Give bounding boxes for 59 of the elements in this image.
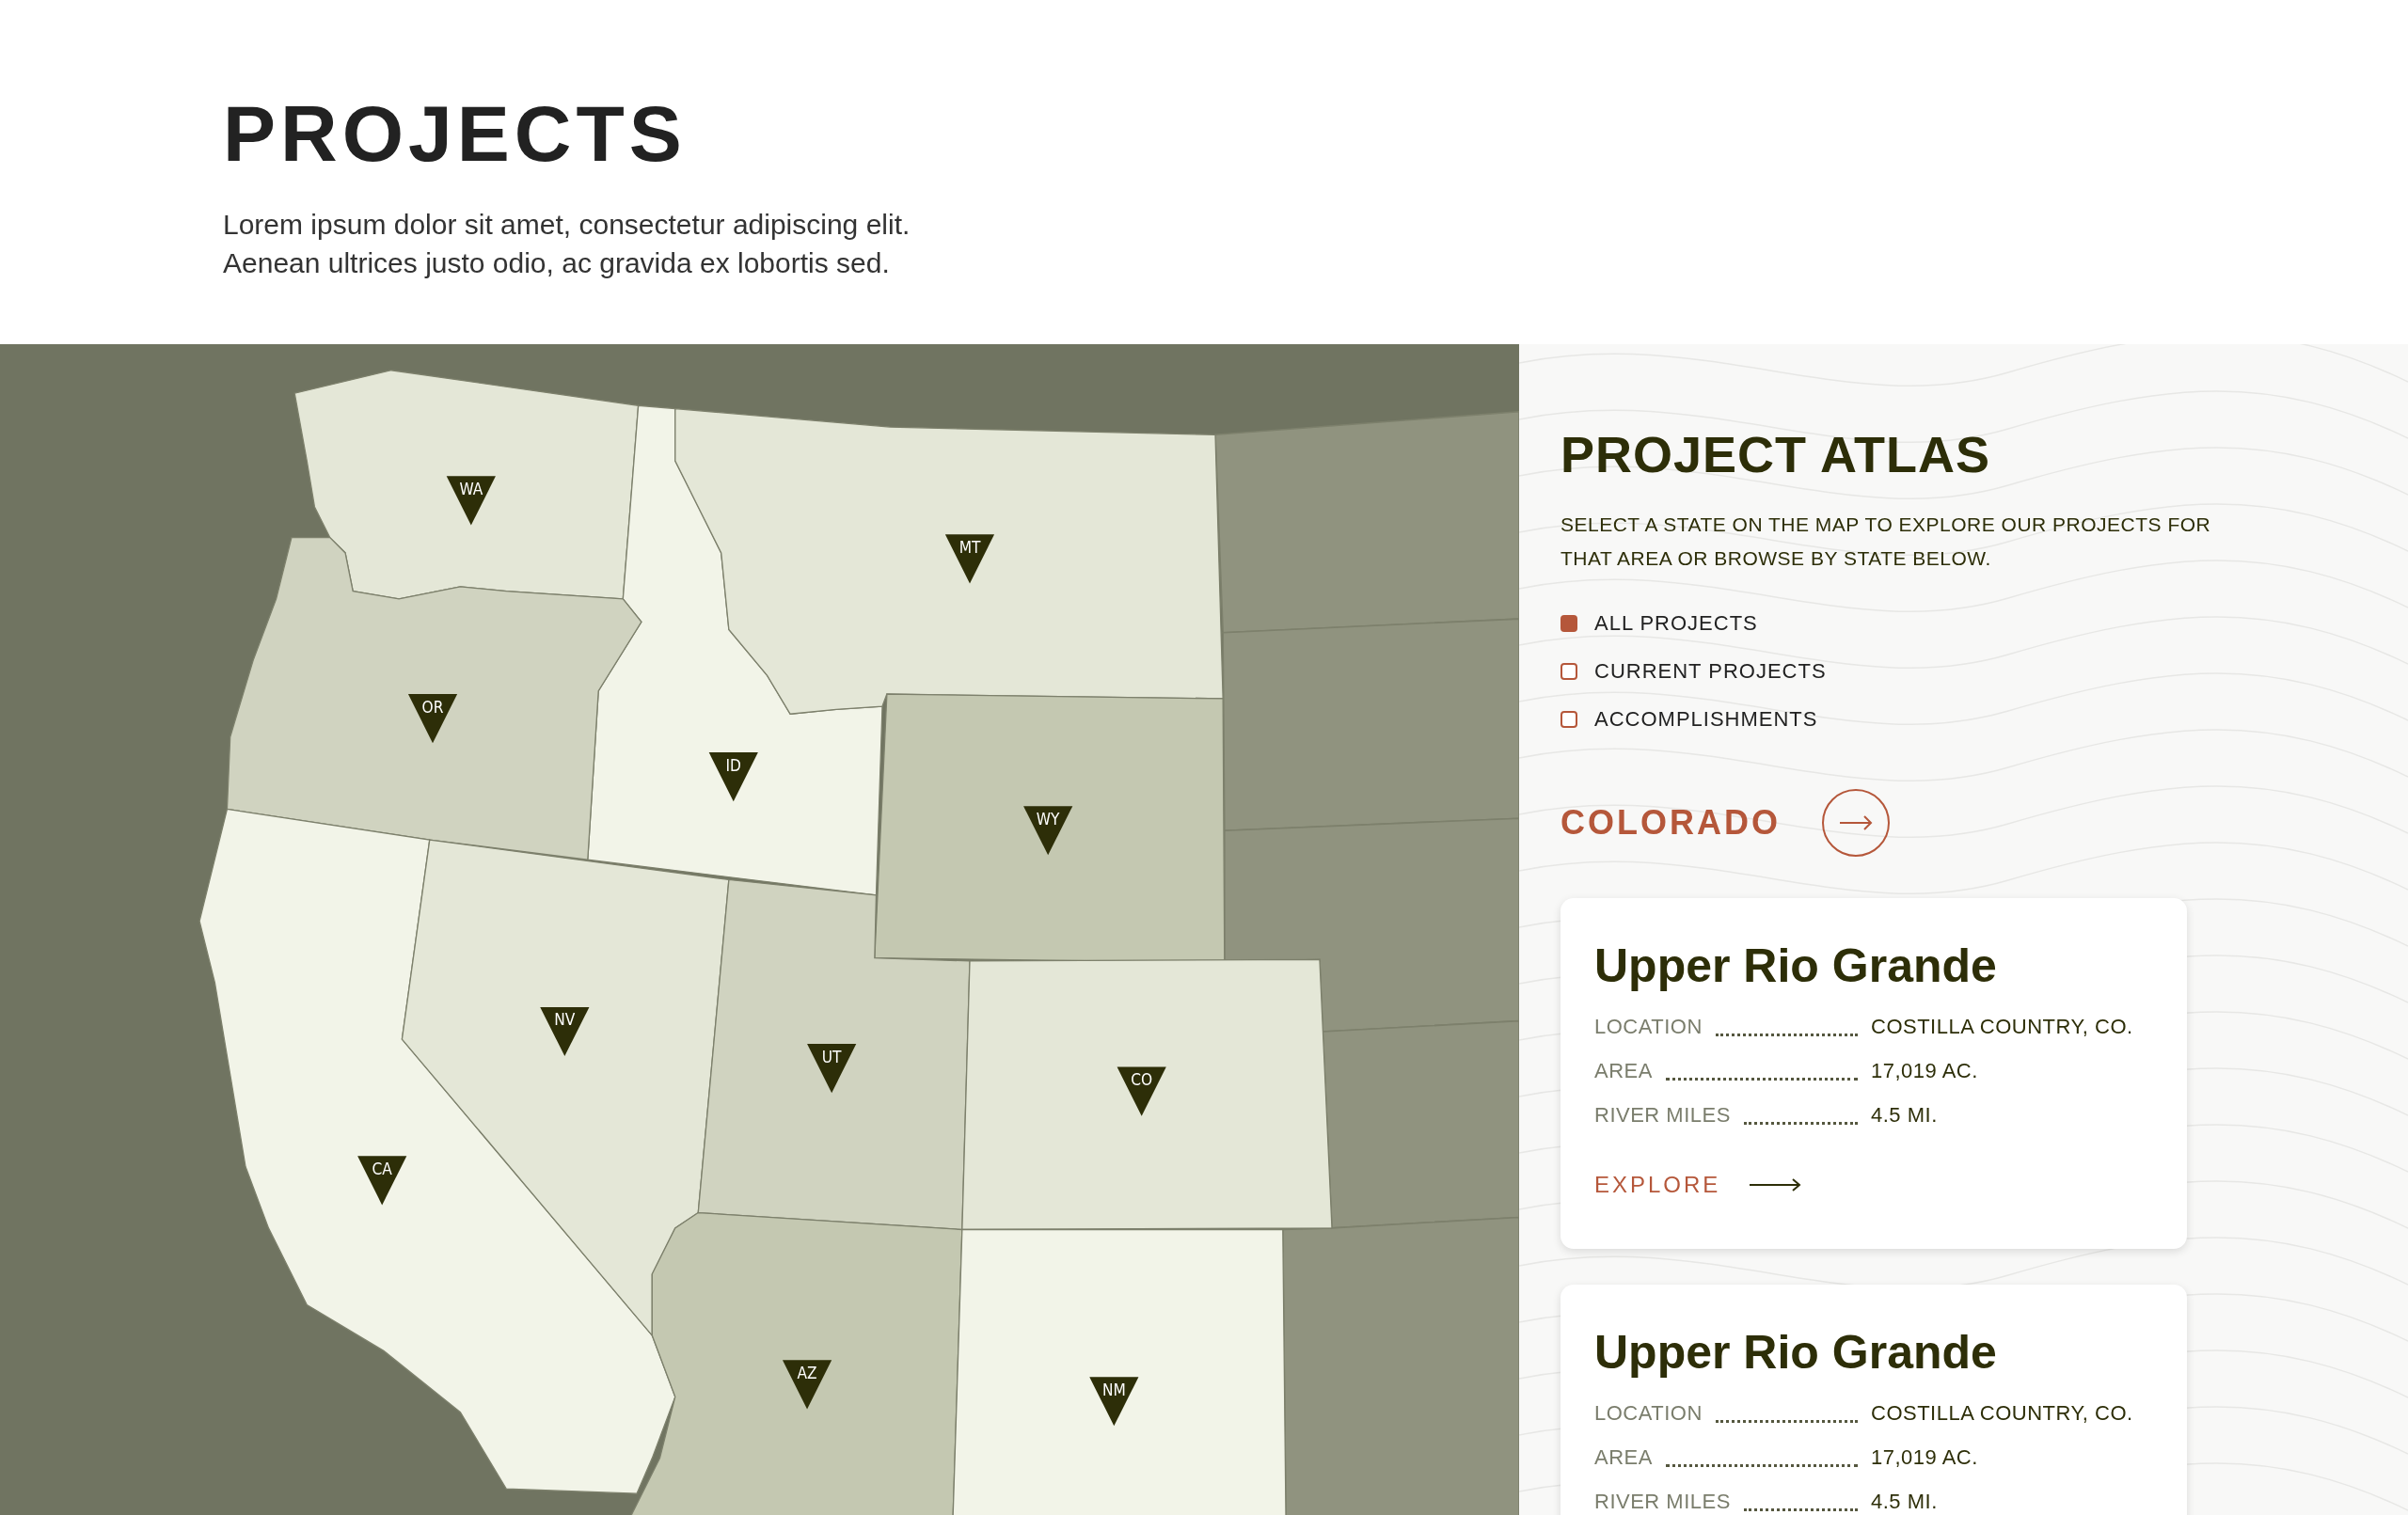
project-title: Upper Rio Grande	[1594, 1325, 1998, 1381]
map-pin-icon[interactable]	[782, 1360, 832, 1410]
project-title: Upper Rio Grande	[1594, 939, 1998, 994]
filter-checkbox[interactable]	[1560, 614, 1577, 632]
field-value: COSTILLA COUNTRY, CO.	[1871, 1014, 2134, 1040]
atlas-description: SELECT A STATE ON THE MAP TO EXPLORE OUR PROJECTS FOR THAT AREA OR BROWSE BY STATE BELOW.	[1560, 513, 2212, 571]
state-label: WA	[459, 479, 483, 498]
map-pin-icon[interactable]	[1023, 806, 1073, 856]
next-state-button[interactable]	[1822, 789, 1890, 857]
explore-link[interactable]: EXPLORE	[1594, 1168, 2153, 1202]
state-label: OR	[421, 697, 444, 717]
filter-checkbox[interactable]	[1560, 710, 1577, 728]
state-label: MT	[958, 537, 981, 557]
state-shape[interactable]	[293, 370, 640, 600]
filter-checkbox[interactable]	[1560, 662, 1577, 680]
filter-label: ACCOMPLISHMENTS	[1594, 706, 1818, 733]
map-pin-icon[interactable]	[357, 1156, 407, 1206]
field-value: 4.5 MI.	[1871, 1102, 1939, 1128]
field-value: 4.5 MI.	[1871, 1489, 1939, 1515]
state-shape[interactable]	[198, 808, 676, 1494]
state-shape[interactable]	[226, 536, 642, 860]
field-label: LOCATION	[1594, 1014, 1703, 1040]
field-label: LOCATION	[1594, 1400, 1703, 1427]
filter-option[interactable]: ACCOMPLISHMENTS	[1560, 703, 2408, 734]
state-heading: COLORADO	[1560, 802, 1781, 844]
page-description: Lorem ipsum dolor sit amet, consectetur adipiscing elit. Aenean ultrices justo odio, ac gravida ex lobortis sed.	[223, 208, 911, 280]
field-label: AREA	[1594, 1058, 1653, 1084]
page-title: PROJECTS	[223, 94, 688, 173]
map-pin-icon[interactable]	[1117, 1066, 1166, 1116]
state-label: NM	[1101, 1380, 1126, 1399]
state-label: ID	[725, 755, 741, 775]
field-label: AREA	[1594, 1444, 1653, 1471]
map-pin-icon[interactable]	[807, 1044, 857, 1094]
map-pin-icon[interactable]	[446, 476, 496, 526]
arrow-right-icon	[1749, 1178, 1802, 1191]
state-label: NV	[554, 1010, 576, 1030]
state-label: WY	[1036, 809, 1060, 829]
state-label: AZ	[797, 1363, 817, 1382]
state-shape[interactable]	[674, 407, 1224, 715]
filter-label: CURRENT PROJECTS	[1594, 658, 1827, 685]
field-value: COSTILLA COUNTRY, CO.	[1871, 1400, 2134, 1427]
field-label: RIVER MILES	[1594, 1489, 1731, 1515]
field-value: 17,019 AC.	[1871, 1444, 1979, 1471]
filter-option[interactable]: CURRENT PROJECTS	[1560, 655, 2408, 686]
map-pin-icon[interactable]	[540, 1006, 590, 1057]
state-label: CA	[372, 1159, 392, 1178]
atlas-title: PROJECT ATLAS	[1560, 429, 1992, 480]
map-pin-icon[interactable]	[407, 694, 458, 744]
map-pin-icon[interactable]	[1089, 1377, 1139, 1427]
map-pin-icon[interactable]	[708, 752, 758, 802]
map-pin-icon[interactable]	[944, 534, 995, 584]
filter-option[interactable]: ALL PROJECTS	[1560, 608, 2408, 639]
state-label: UT	[821, 1047, 842, 1066]
field-value: 17,019 AC.	[1871, 1058, 1979, 1084]
field-label: RIVER MILES	[1594, 1102, 1731, 1128]
state-shape[interactable]	[587, 404, 883, 896]
arrow-right-icon	[1839, 815, 1873, 830]
state-label: CO	[1131, 1070, 1153, 1090]
filter-label: ALL PROJECTS	[1594, 610, 1758, 637]
